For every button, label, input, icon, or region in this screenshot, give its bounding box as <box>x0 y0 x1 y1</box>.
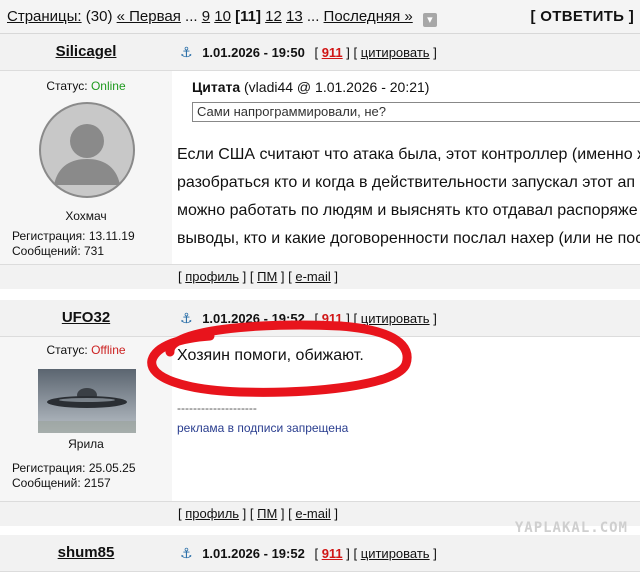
post-footer: [ профиль ] [ ПМ ] [ e-mail ] <box>0 264 640 289</box>
post-rating[interactable]: 911 <box>322 546 343 561</box>
signature: реклама в подписи запрещена <box>177 421 349 435</box>
quote-header: Цитата (vladi44 @ 1.01.2026 - 20:21) <box>192 79 430 95</box>
pager-bar: Страницы: (30) « Первая ... 9 10 [11] 12… <box>0 0 640 34</box>
page-13-link[interactable]: 13 <box>286 8 303 25</box>
pages-ellipsis-2: ... <box>306 8 320 25</box>
user-status: Статус: Online <box>46 79 126 93</box>
email-link[interactable]: e-mail <box>295 506 330 521</box>
post-date: 1.01.2026 - 19:52 <box>202 546 305 561</box>
user-reg-info: Регистрация: 13.11.19 Сообщений: 731 <box>12 229 135 258</box>
page-12-link[interactable]: 12 <box>265 8 282 25</box>
pages-ellipsis: ... <box>185 8 198 25</box>
pages-total: (30) <box>85 8 113 25</box>
default-avatar-icon[interactable] <box>38 101 136 199</box>
pagination: Страницы: (30) « Первая ... 9 10 [11] 12… <box>7 0 437 33</box>
quote-button[interactable]: цитировать <box>361 45 430 60</box>
pages-label[interactable]: Страницы: <box>7 8 82 25</box>
post-header: shum85 ⚓ 1.01.2026 - 19:52 [ 911 ] [ цит… <box>0 535 640 572</box>
post-author-nick[interactable]: shum85 <box>0 535 172 571</box>
user-title: Ярила <box>68 437 104 451</box>
post-meta: ⚓ 1.01.2026 - 19:52 [ 911 ] [ цитировать… <box>180 535 437 571</box>
profile-link[interactable]: профиль <box>185 269 239 284</box>
post-rating[interactable]: 911 <box>322 45 343 60</box>
status-online: Online <box>90 79 126 93</box>
user-title: Хохмач <box>65 209 107 223</box>
quote-text: Сами напрограммировали, не? <box>192 102 640 122</box>
post-header: Silicagel ⚓ 1.01.2026 - 19:50 [ 911 ] [ … <box>0 34 640 71</box>
reply-button[interactable]: [ ОТВЕТИТЬ ] <box>531 0 634 33</box>
annotation-ellipse <box>147 320 412 397</box>
post-silicagel: Silicagel ⚓ 1.01.2026 - 19:50 [ 911 ] [ … <box>0 34 640 298</box>
page-last-link[interactable]: Последняя » <box>324 8 413 25</box>
post-meta: ⚓ 1.01.2026 - 19:50 [ 911 ] [ цитировать… <box>180 34 437 70</box>
page-first-link[interactable]: « Первая <box>117 8 181 25</box>
anchor-icon[interactable]: ⚓ <box>180 535 193 571</box>
user-sidebar: Статус: Online Хохмач Регистрация: 13.11… <box>0 71 173 273</box>
pm-link[interactable]: ПМ <box>257 506 277 521</box>
post-body: Цитата (vladi44 @ 1.01.2026 - 20:21) Сам… <box>172 71 640 273</box>
page-current: [11] <box>235 8 261 25</box>
pager-toggle-icon[interactable]: ▾ <box>422 13 437 27</box>
pm-link[interactable]: ПМ <box>257 269 277 284</box>
site-watermark: YAPLAKAL.COM <box>514 520 628 536</box>
page-10-link[interactable]: 10 <box>214 8 231 25</box>
user-reg-info: Регистрация: 25.05.25 Сообщений: 2157 <box>12 461 136 490</box>
post-shum85: shum85 ⚓ 1.01.2026 - 19:52 [ 911 ] [ цит… <box>0 535 640 572</box>
post-text: Если США считают что атака была, этот ко… <box>177 146 640 247</box>
page-9-link[interactable]: 9 <box>202 8 210 25</box>
profile-link[interactable]: профиль <box>185 506 239 521</box>
anchor-icon[interactable]: ⚓ <box>180 34 193 70</box>
email-link[interactable]: e-mail <box>295 269 330 284</box>
post-author-nick[interactable]: Silicagel <box>0 34 172 70</box>
post-date: 1.01.2026 - 19:50 <box>202 45 305 60</box>
quote-button[interactable]: цитировать <box>361 546 430 561</box>
post-ufo32: UFO32 ⚓ 1.01.2026 - 19:52 [ 911 ] [ цити… <box>0 300 640 528</box>
signature-divider: -------------------- <box>177 401 257 415</box>
status-offline: Offline <box>91 343 126 357</box>
ufo-avatar-icon[interactable] <box>38 369 136 433</box>
